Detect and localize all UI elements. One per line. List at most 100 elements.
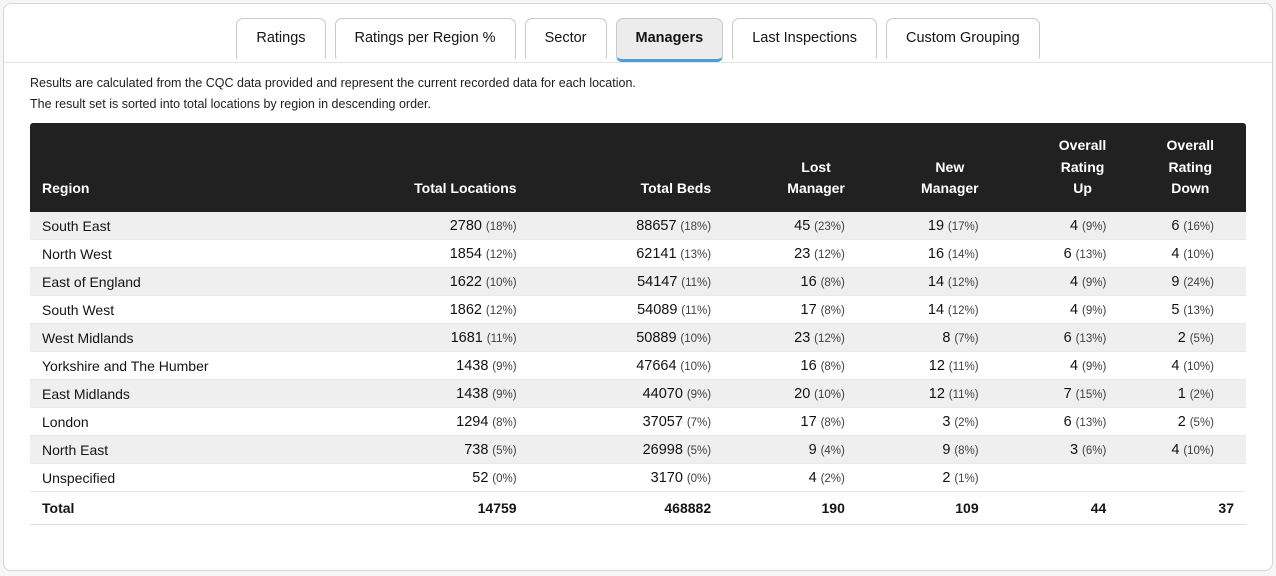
region-cell: North East — [30, 436, 358, 464]
tab-ratings[interactable]: Ratings — [236, 18, 325, 62]
column-header-label: Overall Rating Up — [1059, 135, 1106, 200]
cell-percent: (13%) — [680, 249, 711, 261]
cell-percent: (18%) — [486, 221, 517, 233]
cell-percent: (10%) — [680, 361, 711, 373]
tab-sector[interactable]: Sector — [525, 18, 607, 62]
cell-percent: (5%) — [687, 445, 711, 457]
cell-percent: (10%) — [1183, 249, 1214, 261]
value-cell-total-beds: 50889 (10%) — [529, 324, 724, 352]
cell-value: 8 — [942, 330, 950, 346]
table-row: North East738 (5%)26998 (5%)9 (4%)9 (8%)… — [30, 436, 1246, 464]
cell-value: 4 — [809, 470, 817, 486]
cell-value: 6 — [1064, 246, 1072, 262]
value-cell-total-locations: 1862 (12%) — [358, 296, 528, 324]
table-row: London1294 (8%)37057 (7%)17 (8%)3 (2%)6 … — [30, 408, 1246, 436]
value-cell-total-locations: 1681 (11%) — [358, 324, 528, 352]
cell-percent: (14%) — [948, 249, 979, 261]
cell-percent: (11%) — [681, 305, 711, 317]
tab-custom-grouping[interactable]: Custom Grouping — [886, 18, 1040, 62]
column-header-label: Overall Rating Down — [1167, 135, 1214, 200]
table-header: RegionTotal LocationsTotal BedsLost Mana… — [30, 123, 1246, 212]
cell-value: 62141 — [636, 246, 676, 262]
cell-percent: (4%) — [821, 445, 845, 457]
value-cell-new-manager: 9 (8%) — [857, 436, 991, 464]
tab-last-inspections[interactable]: Last Inspections — [732, 18, 877, 62]
value-cell-total-beds: 54089 (11%) — [529, 296, 724, 324]
value-cell-lost-manager: 9 (4%) — [723, 436, 857, 464]
cell-percent: (9%) — [1082, 361, 1106, 373]
cell-value: 16 — [928, 246, 944, 262]
cell-value: 12 — [929, 386, 945, 402]
cell-percent: (12%) — [948, 277, 979, 289]
note-line-2: The result set is sorted into total loca… — [30, 97, 1246, 111]
cell-percent: (6%) — [1082, 445, 1106, 457]
report-content: Results are calculated from the CQC data… — [4, 63, 1272, 525]
cell-percent: (7%) — [954, 333, 978, 345]
table-row: West Midlands1681 (11%)50889 (10%)23 (12… — [30, 324, 1246, 352]
cell-value: 45 — [794, 218, 810, 234]
cell-percent: (10%) — [680, 333, 711, 345]
cell-value: 14 — [928, 274, 944, 290]
total-label: Total — [30, 492, 358, 525]
tab-ratings-per-region[interactable]: Ratings per Region % — [335, 18, 516, 62]
value-cell-overall-rating-up — [991, 464, 1119, 492]
cell-percent: (17%) — [948, 221, 979, 233]
cell-value: 44070 — [643, 386, 683, 402]
cell-percent: (13%) — [1076, 417, 1107, 429]
cell-percent: (10%) — [486, 277, 517, 289]
table-row: East of England1622 (10%)54147 (11%)16 (… — [30, 268, 1246, 296]
value-cell-new-manager: 16 (14%) — [857, 240, 991, 268]
cell-value: 12 — [929, 358, 945, 374]
cell-percent: (11%) — [681, 277, 711, 289]
cell-percent: (10%) — [1183, 361, 1214, 373]
cell-value: 16 — [801, 358, 817, 374]
cell-percent: (5%) — [1190, 333, 1214, 345]
value-cell-lost-manager: 45 (23%) — [723, 212, 857, 240]
region-cell: South East — [30, 212, 358, 240]
value-cell-overall-rating-down: 4 (10%) — [1118, 352, 1246, 380]
value-cell-total-locations: 52 (0%) — [358, 464, 528, 492]
cell-percent: (0%) — [492, 473, 516, 485]
value-cell-overall-rating-down: 6 (16%) — [1118, 212, 1246, 240]
cell-value: 4 — [1070, 218, 1078, 234]
cell-value: 3170 — [651, 470, 683, 486]
cell-percent: (9%) — [1082, 305, 1106, 317]
cell-value: 14 — [928, 302, 944, 318]
regions-table: RegionTotal LocationsTotal BedsLost Mana… — [30, 123, 1246, 525]
cell-percent: (9%) — [687, 389, 711, 401]
column-header-overall-rating-up: Overall Rating Up — [991, 123, 1119, 212]
cell-percent: (10%) — [1183, 445, 1214, 457]
value-cell-overall-rating-up: 3 (6%) — [991, 436, 1119, 464]
region-cell: East of England — [30, 268, 358, 296]
cell-percent: (2%) — [954, 417, 978, 429]
column-header-total-beds: Total Beds — [529, 123, 724, 212]
value-cell-overall-rating-up: 6 (13%) — [991, 240, 1119, 268]
cell-value: 4 — [1171, 358, 1179, 374]
value-cell-new-manager: 19 (17%) — [857, 212, 991, 240]
column-header-label: New Manager — [921, 157, 979, 200]
value-cell-new-manager: 14 (12%) — [857, 296, 991, 324]
cell-percent: (18%) — [680, 221, 711, 233]
tab-managers[interactable]: Managers — [616, 18, 724, 62]
value-cell-overall-rating-down: 5 (13%) — [1118, 296, 1246, 324]
value-cell-overall-rating-up: 7 (15%) — [991, 380, 1119, 408]
cell-value: 37057 — [643, 414, 683, 430]
table-row: South East2780 (18%)88657 (18%)45 (23%)1… — [30, 212, 1246, 240]
value-cell-overall-rating-down: 4 (10%) — [1118, 436, 1246, 464]
cell-value: 20 — [794, 386, 810, 402]
region-cell: Unspecified — [30, 464, 358, 492]
value-cell-total-beds: 3170 (0%) — [529, 464, 724, 492]
cell-value: 2 — [1178, 330, 1186, 346]
cell-percent: (23%) — [814, 221, 845, 233]
cell-value: 4 — [1070, 302, 1078, 318]
cell-value: 2 — [942, 470, 950, 486]
cell-percent: (8%) — [821, 361, 845, 373]
value-cell-new-manager: 14 (12%) — [857, 268, 991, 296]
cell-value: 5 — [1171, 302, 1179, 318]
value-cell-new-manager: 3 (2%) — [857, 408, 991, 436]
cell-value: 19 — [928, 218, 944, 234]
note-line-1: Results are calculated from the CQC data… — [30, 76, 1246, 90]
cell-percent: (24%) — [1183, 277, 1214, 289]
cell-percent: (8%) — [821, 277, 845, 289]
column-header-label: Total Locations — [414, 178, 516, 200]
